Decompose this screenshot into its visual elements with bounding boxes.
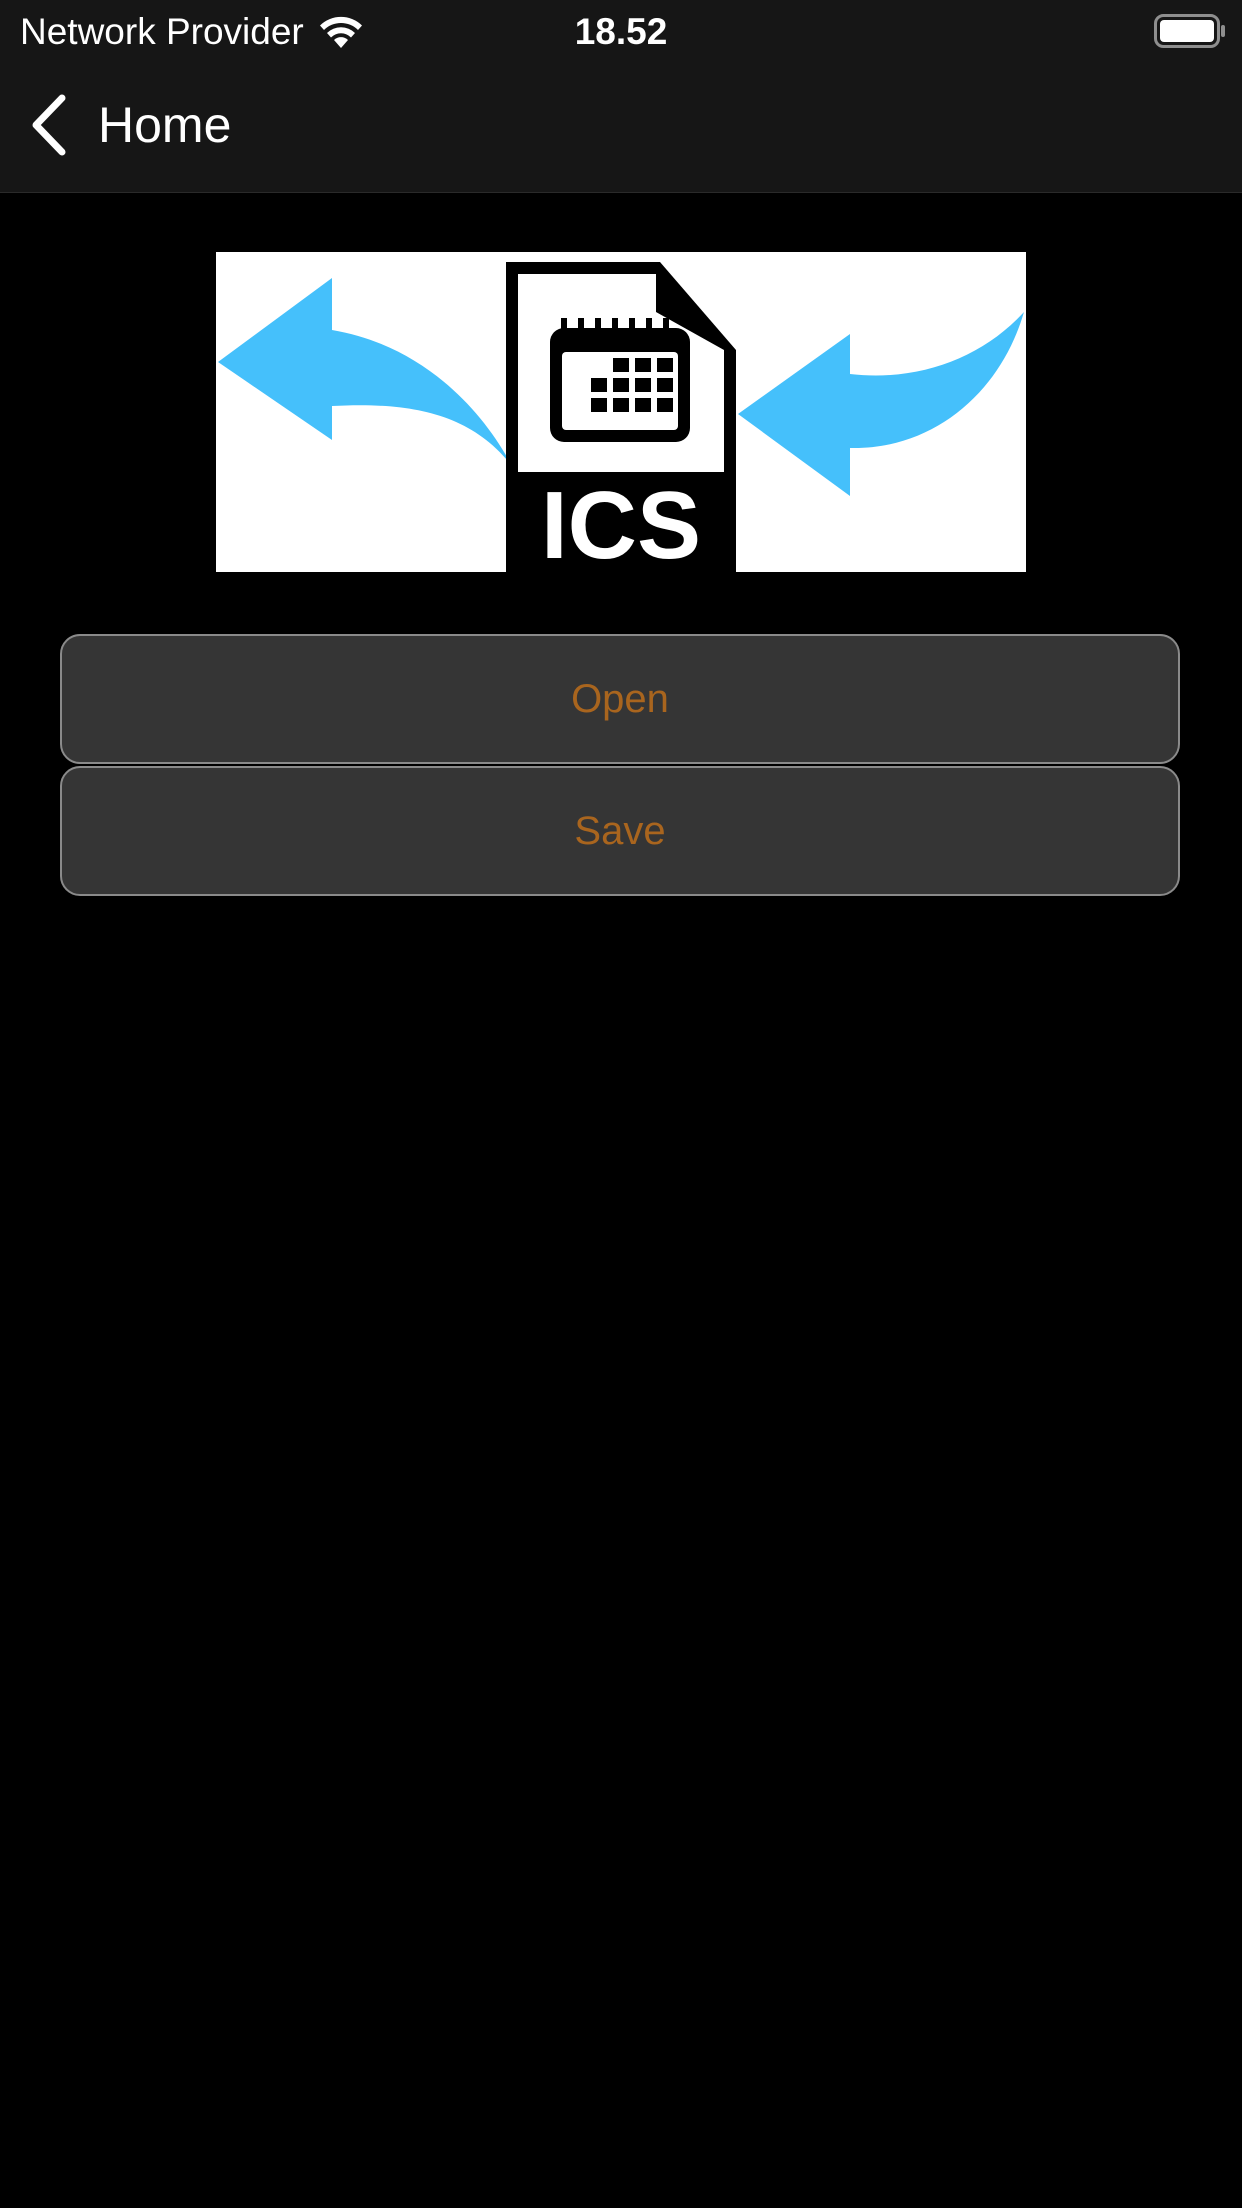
ics-file-import-export-icon: ICS — [216, 252, 1026, 572]
open-button[interactable]: Open — [60, 634, 1180, 764]
hero-image: ICS — [216, 252, 1026, 572]
back-button[interactable]: Home — [30, 90, 231, 160]
save-button[interactable]: Save — [60, 766, 1180, 896]
open-button-label: Open — [571, 676, 669, 721]
navigation-bar: Home — [0, 62, 1242, 193]
chevron-left-icon — [30, 94, 70, 156]
file-type-label: ICS — [541, 472, 701, 572]
screen: Network Provider 18.52 Home ICS Open Sav… — [0, 0, 1242, 2208]
save-button-label: Save — [574, 808, 666, 853]
back-label: Home — [98, 97, 232, 153]
status-time: 18.52 — [574, 11, 668, 52]
battery-icon — [1154, 14, 1226, 48]
status-bar: Network Provider 18.52 — [0, 0, 1242, 62]
